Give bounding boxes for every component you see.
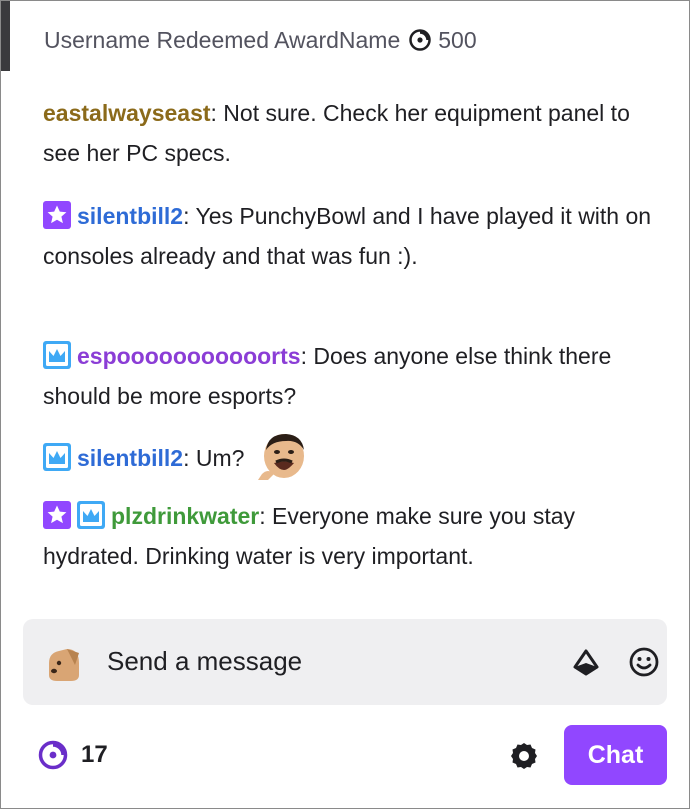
prime-crown-icon[interactable] bbox=[43, 341, 71, 369]
redemption-text: Username Redeemed AwardName bbox=[44, 26, 401, 53]
prime-crown-icon[interactable] bbox=[43, 443, 71, 471]
redemption-cost: 500 bbox=[438, 26, 477, 53]
chat-message: silentbill2: Um? bbox=[43, 430, 653, 480]
dog-avatar-icon[interactable] bbox=[45, 645, 83, 683]
prime-crown-icon[interactable] bbox=[77, 501, 105, 529]
chat-panel: Username Redeemed AwardName 500 eastalwa… bbox=[0, 0, 690, 809]
chat-button[interactable]: Chat bbox=[564, 725, 667, 785]
chat-message: plzdrinkwater: Everyone make sure you st… bbox=[43, 496, 653, 576]
channel-points-icon bbox=[408, 28, 432, 52]
emoji-smile-icon[interactable] bbox=[628, 646, 660, 683]
face-emote-icon[interactable] bbox=[254, 430, 312, 480]
chat-message: espooooooooooorts: Does anyone else thin… bbox=[43, 336, 653, 416]
bits-icon[interactable] bbox=[572, 649, 600, 682]
channel-points-icon[interactable] bbox=[37, 739, 69, 771]
chat-username[interactable]: silentbill2 bbox=[77, 203, 183, 229]
chat-username[interactable]: silentbill2 bbox=[77, 445, 183, 471]
channel-points-balance[interactable]: 17 bbox=[37, 739, 108, 771]
points-count: 17 bbox=[81, 741, 108, 768]
chat-input-box[interactable]: Send a message bbox=[23, 619, 667, 705]
chat-text: Um? bbox=[189, 445, 245, 471]
chat-username[interactable]: espooooooooooorts bbox=[77, 343, 301, 369]
chat-message: eastalwayseast: Not sure. Check her equi… bbox=[43, 93, 653, 173]
chat-username[interactable]: plzdrinkwater bbox=[111, 503, 259, 529]
scroll-indicator bbox=[1, 1, 10, 71]
message-input[interactable]: Send a message bbox=[107, 646, 302, 677]
gear-icon[interactable] bbox=[508, 740, 540, 777]
subscriber-star-icon[interactable] bbox=[43, 201, 71, 229]
chat-username[interactable]: eastalwayseast bbox=[43, 100, 211, 126]
chat-message: silentbill2: Yes PunchyBowl and I have p… bbox=[43, 196, 653, 276]
subscriber-star-icon[interactable] bbox=[43, 501, 71, 529]
redemption-notice: Username Redeemed AwardName 500 bbox=[44, 23, 477, 57]
